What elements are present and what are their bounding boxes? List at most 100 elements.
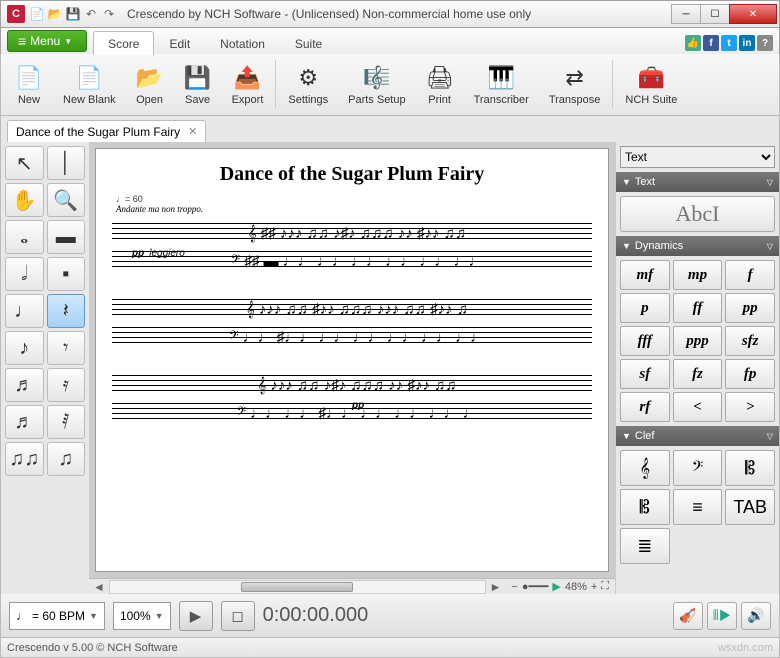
zoom-box[interactable]: 100%▼ [113, 602, 171, 630]
beam-tool[interactable]: ♫♫ [5, 442, 44, 476]
tempo-box[interactable]: ♩ = 60 BPM▼ [9, 602, 105, 630]
qat-redo-icon[interactable]: ↷ [101, 6, 117, 22]
qat-save-icon[interactable]: 💾 [65, 6, 81, 22]
qat-open-icon[interactable]: 📂 [47, 6, 63, 22]
dynamic-p[interactable]: p [620, 293, 670, 323]
qat-undo-icon[interactable]: ↶ [83, 6, 99, 22]
half-note[interactable]: 𝅗𝅥 [5, 257, 44, 291]
ribbon-save[interactable]: 💾Save [174, 56, 222, 113]
barline-tool[interactable]: │ [47, 146, 86, 180]
zoom-out-icon[interactable]: − [511, 581, 517, 593]
transcriber-icon: 🎹 [487, 64, 515, 92]
ribbon-settings[interactable]: ⚙Settings [278, 56, 338, 113]
clef-3[interactable]: 𝄡 [620, 489, 670, 525]
dynamic-cresc[interactable]: < [673, 392, 723, 422]
clef-2[interactable]: 𝄡 [725, 450, 775, 486]
tab-edit[interactable]: Edit [154, 31, 205, 55]
ribbon-print[interactable]: 🖨Print [416, 56, 464, 113]
score-canvas[interactable]: Dance of the Sugar Plum Fairy ♩= 60 Anda… [95, 148, 609, 572]
status-text: Crescendo v 5.00 © NCH Software [7, 642, 178, 654]
panel-selector[interactable]: Text [620, 146, 775, 168]
ribbon-toolbar: 📄New📄New Blank📂Open💾Save📤Export⚙Settings… [0, 54, 780, 116]
save-icon: 💾 [184, 64, 212, 92]
like-icon[interactable]: 👍 [685, 35, 701, 51]
playback-cursor-button[interactable]: ⦀▶ [707, 602, 737, 630]
dynamic-fp[interactable]: fp [725, 359, 775, 389]
dynamic-ff[interactable]: ff [673, 293, 723, 323]
section-dynamics-header[interactable]: ▼Dynamics▽ [616, 236, 779, 256]
dynamic-fff[interactable]: fff [620, 326, 670, 356]
clef-5[interactable]: TAB [725, 489, 775, 525]
hand-tool[interactable]: ✋ [5, 183, 44, 217]
clef-4[interactable]: ≡ [673, 489, 723, 525]
ribbon-nch-suite[interactable]: 🧰NCH Suite [615, 56, 687, 113]
zoom-slider[interactable]: ●━━━ [522, 580, 549, 593]
clef-1[interactable]: 𝄢 [673, 450, 723, 486]
dynamic-sf[interactable]: sf [620, 359, 670, 389]
eighth-rest[interactable]: 𝄾 [47, 331, 86, 365]
ribbon-transpose[interactable]: ⇄Transpose [539, 56, 611, 113]
play-button[interactable]: ▶ [179, 601, 213, 631]
ribbon-new[interactable]: 📄New [5, 56, 53, 113]
dynamic-ppp[interactable]: ppp [673, 326, 723, 356]
whole-note[interactable]: 𝅝 [5, 220, 44, 254]
quarter-rest[interactable]: 𝄽 [47, 294, 86, 328]
eighth-note[interactable]: ♪ [5, 331, 44, 365]
document-tab[interactable]: Dance of the Sugar Plum Fairy ✕ [7, 120, 206, 142]
menu-button[interactable]: Menu▼ [7, 30, 87, 52]
tempo-indicator: ♩= 60 [116, 194, 143, 204]
dynamic-sfz[interactable]: sfz [725, 326, 775, 356]
minimize-button[interactable]: ─ [671, 4, 701, 24]
sixteenth-note[interactable]: ♬ [5, 368, 44, 402]
linkedin-icon[interactable]: in [739, 35, 755, 51]
dynamic-rf[interactable]: rf [620, 392, 670, 422]
section-clef-header[interactable]: ▼Clef▽ [616, 426, 779, 446]
ribbon-export[interactable]: 📤Export [222, 56, 274, 113]
horizontal-scrollbar[interactable]: ◄ ► − ●━━━ ▶ 48% + ⛶ [89, 578, 615, 594]
insert-text-button[interactable]: AbcI [620, 196, 775, 232]
zoom-fit-icon[interactable]: ⛶ [601, 580, 609, 593]
thirtysecond-rest[interactable]: 𝅀 [47, 405, 86, 439]
dynamic-mp[interactable]: mp [673, 260, 723, 290]
dynamic-decresc[interactable]: > [725, 392, 775, 422]
ribbon-transcriber[interactable]: 🎹Transcriber [464, 56, 539, 113]
section-text-header[interactable]: ▼Text▽ [616, 172, 779, 192]
zoom-in-icon[interactable]: + [591, 581, 597, 593]
instruments-button[interactable]: 🎻 [673, 602, 703, 630]
dynamic-fz[interactable]: fz [673, 359, 723, 389]
tab-score[interactable]: Score [93, 31, 154, 55]
app-icon: C [7, 5, 25, 23]
thirtysecond-note[interactable]: ♬ [5, 405, 44, 439]
facebook-icon[interactable]: f [703, 35, 719, 51]
whole-rest[interactable]: ▬ [47, 220, 86, 254]
quarter-note[interactable]: ♩ [5, 294, 44, 328]
tuplet-tool[interactable]: ♫ [47, 442, 86, 476]
clef-6[interactable]: ≣ [620, 528, 670, 564]
help-icon[interactable]: ? [757, 35, 773, 51]
sixteenth-rest[interactable]: 𝄿 [47, 368, 86, 402]
ribbon-parts-setup[interactable]: 🎼Parts Setup [338, 56, 415, 113]
stop-button[interactable]: ◻ [221, 601, 255, 631]
dynamic-pp[interactable]: pp [725, 293, 775, 323]
window-title: Crescendo by NCH Software - (Unlicensed)… [123, 7, 672, 21]
qat-new-icon[interactable]: 📄 [29, 6, 45, 22]
dynamic-mf[interactable]: mf [620, 260, 670, 290]
parts-setup-icon: 🎼 [363, 64, 391, 92]
maximize-button[interactable]: ☐ [700, 4, 730, 24]
half-rest[interactable]: ▪ [47, 257, 86, 291]
tab-notation[interactable]: Notation [205, 31, 280, 55]
tab-suite[interactable]: Suite [280, 31, 337, 55]
twitter-icon[interactable]: t [721, 35, 737, 51]
right-panel: Text ▼Text▽ AbcI ▼Dynamics▽ mfmpfpffppff… [615, 142, 779, 594]
close-button[interactable]: ✕ [729, 4, 777, 24]
clef-0[interactable]: 𝄞 [620, 450, 670, 486]
ribbon-open[interactable]: 📂Open [126, 56, 174, 113]
ribbon-new-blank[interactable]: 📄New Blank [53, 56, 126, 113]
volume-button[interactable]: 🔊 [741, 602, 771, 630]
title-bar: C 📄 📂 💾 ↶ ↷ Crescendo by NCH Software - … [0, 0, 780, 28]
dynamic-f[interactable]: f [725, 260, 775, 290]
status-bar: Crescendo v 5.00 © NCH Software wsxdn.co… [0, 638, 780, 658]
zoom-tool[interactable]: 🔍 [47, 183, 86, 217]
close-tab-icon[interactable]: ✕ [188, 125, 197, 138]
selection-tool[interactable]: ↖ [5, 146, 44, 180]
